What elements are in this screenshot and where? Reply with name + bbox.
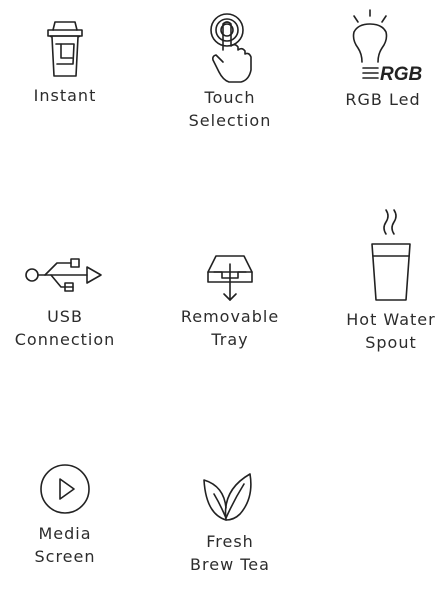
rgb-text: RGB <box>380 64 423 85</box>
label-line1: RGB Led <box>345 90 421 109</box>
label-line1: Hot Water <box>346 310 436 329</box>
leaves-icon <box>203 473 252 521</box>
tray-icon <box>207 255 253 301</box>
feature-touch-selection: Touch Selection <box>165 10 295 132</box>
label-line1: Touch <box>204 88 256 107</box>
feature-rgb-led: RGB RGB Led <box>318 8 446 111</box>
hot-cup-icon <box>371 209 411 301</box>
feature-instant: Instant <box>0 14 130 107</box>
label-line2: Connection <box>14 330 116 349</box>
label-line1: Removable <box>180 307 280 326</box>
rgb-bulb-icon: RGB <box>352 9 423 85</box>
label-line1: Instant <box>33 86 97 105</box>
feature-usb-connection: USB Connection <box>0 255 130 351</box>
cup-icon <box>47 21 83 77</box>
feature-removable-tray: Removable Tray <box>165 250 295 351</box>
play-icon <box>40 464 90 514</box>
label-line1: USB <box>47 307 83 326</box>
label-line1: Media <box>38 524 92 543</box>
label-line2: Screen <box>34 547 96 566</box>
feature-hot-water-spout: Hot Water Spout <box>326 208 446 354</box>
label-line2: Tray <box>211 330 249 349</box>
label-line2: Spout <box>365 333 417 352</box>
feature-fresh-brew-tea: Fresh Brew Tea <box>165 470 295 576</box>
label-line1: Fresh <box>206 532 254 551</box>
usb-icon <box>25 258 102 292</box>
touch-hand-icon <box>210 13 252 83</box>
label-line2: Brew Tea <box>190 555 270 574</box>
feature-media-screen: Media Screen <box>0 462 130 568</box>
label-line2: Selection <box>188 111 272 130</box>
